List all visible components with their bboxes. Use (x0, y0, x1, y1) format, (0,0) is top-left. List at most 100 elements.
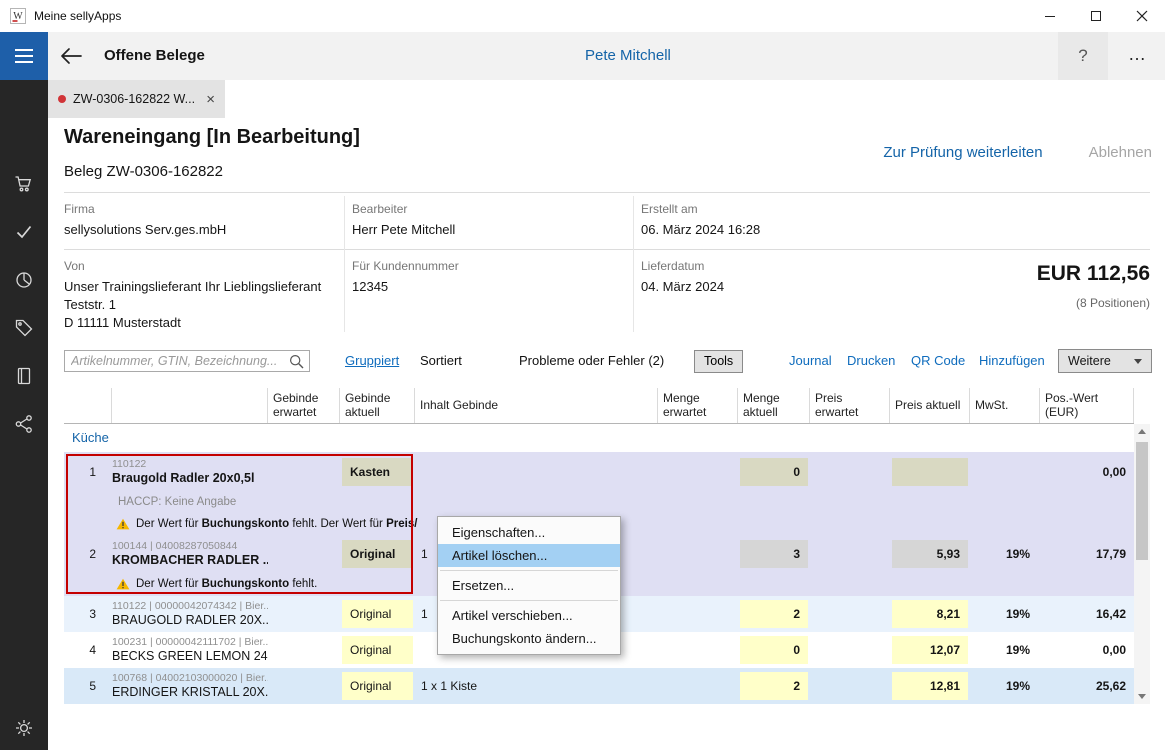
menge-aktuell-cell[interactable]: 2 (740, 600, 808, 628)
column-header-inhalt-gebinde[interactable]: Inhalt Gebinde (415, 388, 658, 423)
context-menu-item-buchungskonto-aendern[interactable]: Buchungskonto ändern... (438, 627, 620, 650)
erstellt-am-value: 06. März 2024 16:28 (641, 221, 760, 239)
preis-aktuell-cell[interactable]: 8,21 (892, 600, 968, 628)
sidebar-item-tasks[interactable] (14, 222, 34, 242)
gebinde-aktuell-cell[interactable]: Original (342, 672, 413, 700)
settings-button[interactable] (14, 718, 34, 738)
context-menu: Eigenschaften... Artikel löschen... Erse… (437, 516, 621, 655)
divider (633, 196, 634, 332)
book-icon (14, 366, 34, 386)
sidebar-item-tags[interactable] (14, 318, 34, 338)
user-name[interactable]: Pete Mitchell (585, 32, 671, 80)
article-id: 110122 | 00000042074342 | Bier... (112, 600, 268, 613)
preis-aktuell-cell[interactable] (892, 458, 968, 486)
menge-aktuell-cell[interactable]: 0 (740, 458, 808, 486)
close-button[interactable] (1119, 0, 1165, 32)
column-header-preis-erwartet[interactable]: Preis erwartet (810, 388, 890, 423)
pie-chart-icon (14, 270, 34, 290)
scroll-down-icon[interactable] (1138, 694, 1146, 699)
menge-aktuell-cell[interactable]: 2 (740, 672, 808, 700)
sidebar-item-reports[interactable] (14, 270, 34, 290)
article-id: 100144 | 04008287050844 (112, 540, 268, 553)
column-header-mwst[interactable]: MwSt. (970, 388, 1040, 423)
mwst-cell: 19% (970, 643, 1040, 657)
row-number: 4 (64, 643, 112, 657)
context-menu-item-artikel-loeschen[interactable]: Artikel löschen... (438, 544, 620, 567)
context-menu-item-ersetzen[interactable]: Ersetzen... (438, 574, 620, 597)
journal-link[interactable]: Journal (789, 353, 832, 368)
document-tab[interactable]: ZW-0306-162822 W... × (48, 80, 225, 118)
table-row-5[interactable]: 5 100768 | 04002103000020 | Bier... ERDI… (64, 668, 1134, 704)
add-link[interactable]: Hinzufügen (979, 353, 1045, 368)
menge-aktuell-cell[interactable]: 0 (740, 636, 808, 664)
mwst-cell: 19% (970, 607, 1040, 621)
pos-wert-cell: 17,79 (1040, 547, 1134, 561)
article-id: 110122 (112, 458, 268, 471)
qr-code-link[interactable]: QR Code (911, 353, 965, 368)
menu-separator (440, 570, 618, 571)
von-line3: D 11111 Musterstadt (64, 315, 181, 330)
divider (64, 192, 1150, 193)
context-menu-item-artikel-verschieben[interactable]: Artikel verschieben... (438, 604, 620, 627)
context-menu-item-eigenschaften[interactable]: Eigenschaften... (438, 521, 620, 544)
print-link[interactable]: Drucken (847, 353, 895, 368)
column-header-preis-aktuell[interactable]: Preis aktuell (890, 388, 970, 423)
table-header: Gebinde erwartet Gebinde aktuell Inhalt … (64, 388, 1134, 424)
minimize-button[interactable] (1027, 0, 1073, 32)
lieferdatum-value: 04. März 2024 (641, 278, 724, 296)
forward-for-review-link[interactable]: Zur Prüfung weiterleiten (883, 144, 1042, 161)
column-header-menge-aktuell[interactable]: Menge aktuell (738, 388, 810, 423)
divider (344, 196, 345, 332)
view-sorted-link[interactable]: Sortiert (420, 353, 462, 368)
document-title: Wareneingang [In Bearbeitung] (64, 126, 360, 149)
bearbeiter-label: Bearbeiter (352, 202, 407, 216)
tab-close-icon[interactable]: × (206, 92, 215, 107)
reject-link[interactable]: Ablehnen (1089, 144, 1152, 161)
preis-aktuell-cell[interactable]: 12,81 (892, 672, 968, 700)
scroll-thumb[interactable] (1136, 442, 1148, 560)
unsaved-dot-icon (58, 95, 66, 103)
firma-value: sellysolutions Serv.ges.mbH (64, 221, 226, 239)
help-button[interactable]: ? (1058, 32, 1108, 80)
app-title: Meine sellyApps (34, 9, 121, 23)
column-header-menge-erwartet[interactable]: Menge erwartet (658, 388, 738, 423)
maximize-button[interactable] (1073, 0, 1119, 32)
mwst-cell: 19% (970, 547, 1040, 561)
article-name: ERDINGER KRISTALL 20X... (112, 685, 268, 700)
von-line1: Unser Trainingslieferant Ihr Lieblingsli… (64, 279, 321, 294)
group-row-kueche[interactable]: Küche (64, 424, 1134, 452)
header-more-button[interactable]: … (1113, 32, 1161, 80)
close-icon (1136, 10, 1148, 22)
row-number: 3 (64, 607, 112, 621)
column-header-pos-wert[interactable]: Pos.-Wert (EUR) (1040, 388, 1134, 423)
problems-filter-link[interactable]: Probleme oder Fehler (2) (519, 353, 664, 368)
sidebar-item-journal[interactable] (14, 366, 34, 386)
kundennummer-label: Für Kundennummer (352, 259, 459, 273)
menge-aktuell-cell[interactable]: 3 (740, 540, 808, 568)
article-cell: 100231 | 00000042111702 | Bier... BECKS … (112, 636, 268, 664)
gebinde-aktuell-cell[interactable]: Original (342, 540, 413, 568)
menu-button[interactable] (0, 32, 48, 80)
titlebar: W Meine sellyApps (0, 0, 1165, 32)
scroll-up-icon[interactable] (1138, 429, 1146, 434)
preis-aktuell-cell[interactable]: 5,93 (892, 540, 968, 568)
pos-wert-cell: 25,62 (1040, 679, 1134, 693)
sidebar-item-share[interactable] (14, 414, 34, 434)
article-name: BRAUGOLD RADLER 20X... (112, 613, 268, 628)
vertical-scrollbar[interactable] (1134, 424, 1150, 704)
firma-label: Firma (64, 202, 95, 216)
view-grouped-link[interactable]: Gruppiert (345, 353, 399, 368)
column-header-gebinde-aktuell[interactable]: Gebinde aktuell (340, 388, 415, 423)
search-icon[interactable] (289, 354, 304, 369)
chevron-down-icon (1134, 359, 1142, 364)
gebinde-aktuell-cell[interactable]: Original (342, 636, 413, 664)
gebinde-aktuell-cell[interactable]: Kasten (342, 458, 413, 486)
preis-aktuell-cell[interactable]: 12,07 (892, 636, 968, 664)
search-input[interactable] (65, 354, 289, 368)
more-dropdown-button[interactable]: Weitere (1058, 349, 1152, 373)
tools-button[interactable]: Tools (694, 350, 743, 373)
back-button[interactable] (60, 47, 84, 65)
column-header-gebinde-erwartet[interactable]: Gebinde erwartet (268, 388, 340, 423)
sidebar-item-cart[interactable] (14, 174, 34, 194)
gebinde-aktuell-cell[interactable]: Original (342, 600, 413, 628)
